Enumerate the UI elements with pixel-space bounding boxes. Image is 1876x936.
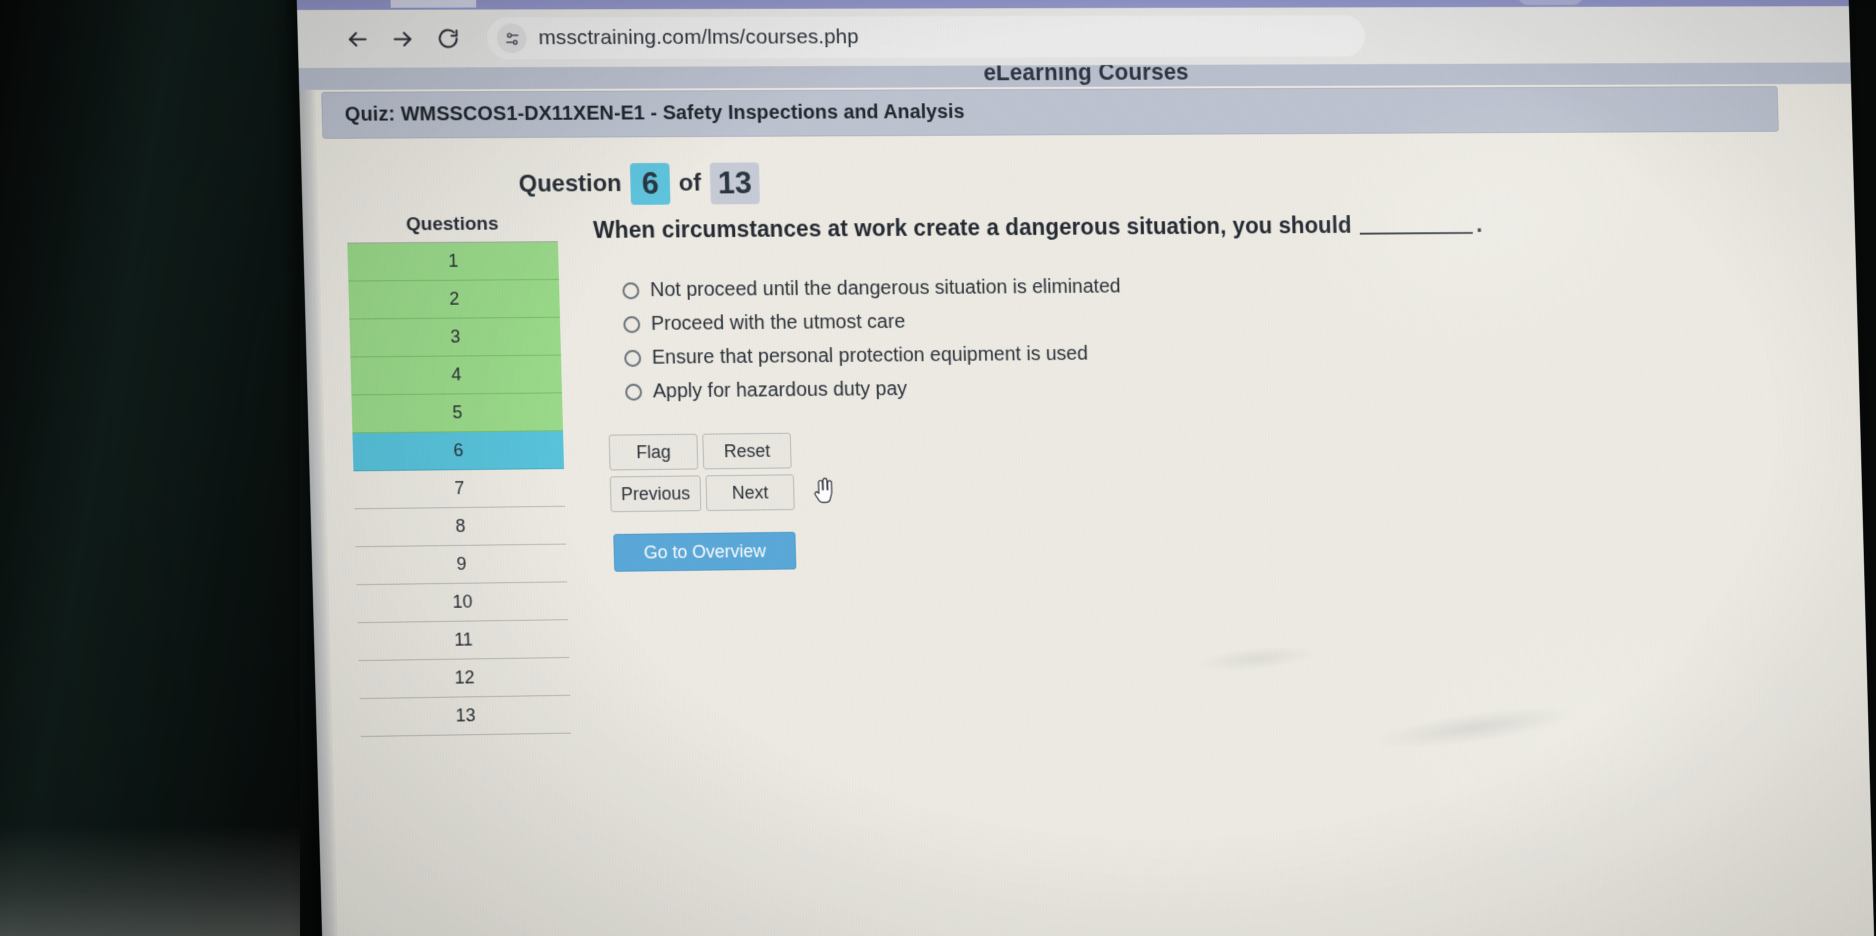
question-nav-number: 6 xyxy=(453,440,464,461)
address-bar[interactable]: mssctraining.com/lms/courses.php xyxy=(486,15,1366,60)
question-nav-item[interactable]: 8 xyxy=(354,506,567,548)
quiz-title-bar: Quiz: WMSSCOS1-DX11XEN-E1 - Safety Inspe… xyxy=(321,86,1779,139)
question-prompt-text: When circumstances at work create a dang… xyxy=(592,212,1352,243)
question-nav-number: 5 xyxy=(452,402,463,423)
next-button[interactable]: Next xyxy=(705,474,795,512)
browser-tab[interactable] xyxy=(389,0,477,8)
question-prompt: When circumstances at work create a dang… xyxy=(593,209,1838,244)
radio-button-icon[interactable] xyxy=(624,383,643,401)
question-counter-label: Question xyxy=(518,170,622,198)
question-nav-item[interactable]: 13 xyxy=(359,695,572,738)
question-nav-item[interactable]: 11 xyxy=(357,620,570,662)
current-question-badge: 6 xyxy=(629,162,671,205)
browser-window: mssctraining.com/lms/courses.php eLearni… xyxy=(296,0,1875,936)
question-nav-number: 11 xyxy=(453,629,474,650)
monitor-photo-backdrop: mssctraining.com/lms/courses.php eLearni… xyxy=(0,0,1876,936)
back-arrow-icon[interactable] xyxy=(333,16,380,62)
flag-button[interactable]: Flag xyxy=(608,433,699,471)
question-nav-number: 3 xyxy=(450,326,461,347)
overview-button-wrap: Go to Overview xyxy=(613,519,1847,572)
question-navigator: Questions 1 2 3 4 5 6 7 8 9 10 11 12 13 xyxy=(346,213,572,738)
question-nav-number: 7 xyxy=(454,478,465,499)
reset-button[interactable]: Reset xyxy=(702,432,792,470)
url-text: mssctraining.com/lms/courses.php xyxy=(538,25,859,50)
question-prompt-period: . xyxy=(1475,211,1483,237)
question-nav-number: 10 xyxy=(452,591,473,612)
site-settings-sliders-icon[interactable] xyxy=(496,23,528,54)
quiz-controls-row-1: Flag Reset xyxy=(608,422,1845,471)
question-content: When circumstances at work create a dang… xyxy=(557,205,1847,572)
quiz-body: Questions 1 2 3 4 5 6 7 8 9 10 11 12 13 When circums… xyxy=(325,205,1852,738)
question-nav-number: 4 xyxy=(451,364,462,385)
monitor-bezel-left xyxy=(0,0,300,936)
browser-toolbar: mssctraining.com/lms/courses.php xyxy=(297,6,1851,68)
question-nav-number: 13 xyxy=(455,705,476,726)
web-page-viewport: eLearning Courses Quiz: WMSSCOS1-DX11XEN… xyxy=(298,62,1875,936)
radio-button-icon[interactable] xyxy=(623,315,641,333)
question-nav-item[interactable]: 7 xyxy=(353,468,566,510)
quiz-controls-row-2: Previous Next xyxy=(609,462,1846,513)
question-nav-number: 1 xyxy=(448,250,459,271)
question-nav-item[interactable]: 3 xyxy=(349,317,561,358)
question-nav-item[interactable]: 4 xyxy=(350,355,562,396)
question-nav-item[interactable]: 6 xyxy=(352,431,565,472)
question-nav-number: 12 xyxy=(454,667,475,688)
site-header-title: eLearning Courses xyxy=(983,62,1190,86)
question-nav-number: 9 xyxy=(456,553,467,574)
radio-button-icon[interactable] xyxy=(624,349,642,367)
quiz-card: Quiz: WMSSCOS1-DX11XEN-E1 - Safety Inspe… xyxy=(321,86,1851,738)
answer-option-label: Apply for hazardous duty pay xyxy=(652,377,908,402)
question-list: 1 2 3 4 5 6 7 8 9 10 11 12 13 xyxy=(347,242,572,738)
browser-tab-secondary[interactable] xyxy=(1516,0,1584,6)
question-nav-item[interactable]: 5 xyxy=(351,393,564,434)
question-navigator-heading: Questions xyxy=(346,213,558,244)
question-nav-item[interactable]: 10 xyxy=(356,582,569,624)
reload-icon[interactable] xyxy=(425,16,472,62)
question-counter-of: of xyxy=(678,169,702,197)
radio-button-icon[interactable] xyxy=(622,281,640,299)
question-nav-item[interactable]: 12 xyxy=(358,657,571,700)
answer-option-label: Ensure that personal protection equipmen… xyxy=(651,342,1089,369)
question-nav-item[interactable]: 2 xyxy=(348,279,560,320)
answer-options: Not proceed until the dangerous situatio… xyxy=(622,264,1843,408)
answer-option-label: Proceed with the utmost care xyxy=(650,310,906,335)
question-nav-item[interactable]: 1 xyxy=(347,242,559,282)
monitor-screen: mssctraining.com/lms/courses.php eLearni… xyxy=(296,0,1875,936)
go-to-overview-button[interactable]: Go to Overview xyxy=(613,531,797,572)
question-counter: Question 6 of 13 xyxy=(518,157,1837,206)
quiz-title: Quiz: WMSSCOS1-DX11XEN-E1 - Safety Inspe… xyxy=(344,101,965,126)
desk-surface xyxy=(0,826,300,936)
quiz-controls: Flag Reset Previous Next xyxy=(608,422,1846,513)
question-nav-item[interactable]: 9 xyxy=(355,544,568,586)
question-nav-number: 8 xyxy=(455,515,466,536)
answer-option-label: Not proceed until the dangerous situatio… xyxy=(649,275,1121,301)
previous-button[interactable]: Previous xyxy=(609,475,702,513)
question-nav-number: 2 xyxy=(449,288,460,309)
forward-arrow-icon[interactable] xyxy=(379,16,426,62)
answer-blank xyxy=(1359,231,1473,235)
total-questions-badge: 13 xyxy=(709,162,761,205)
